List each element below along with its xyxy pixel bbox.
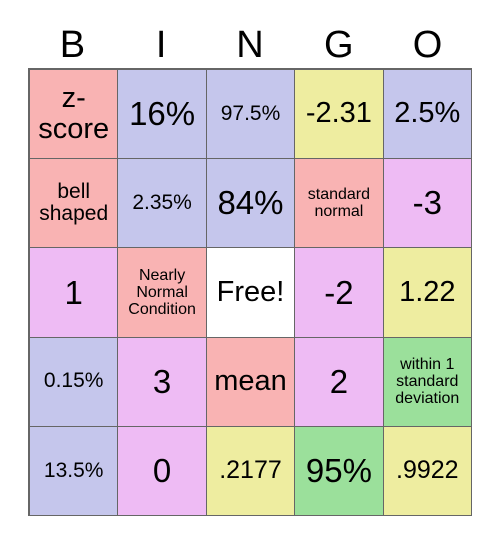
bingo-cell[interactable]: 1 [30,248,118,337]
bingo-cell[interactable]: standard normal [295,159,383,248]
bingo-header-letter-o: O [412,24,443,66]
bingo-cell-label: 16% [129,95,196,133]
bingo-cell-label: bell shaped [39,179,109,226]
bingo-header-row: B I N G O [28,22,472,68]
bingo-cell-label: 1 [64,273,83,311]
bingo-cell-label: Nearly Normal Condition [128,266,196,319]
bingo-cell[interactable]: 16% [118,70,206,159]
bingo-cell[interactable]: 95% [295,426,383,515]
bingo-cell[interactable]: 3 [118,337,206,426]
bingo-cell[interactable]: 2.35% [118,159,206,248]
bingo-header-letter-g: G [324,24,354,66]
bingo-cell-label: -2 [324,273,354,311]
bingo-cell[interactable]: 13.5% [30,426,118,515]
bingo-card: B I N G O z-score 16% 97.5% -2.31 2.5% bell s… [0,0,500,544]
bingo-cell[interactable]: z-score [30,70,118,159]
bingo-cell-label: .9922 [396,456,459,485]
bingo-cell-label: 0.15% [43,369,104,393]
bingo-header-letter-i: I [155,24,167,66]
bingo-cell-label: .2177 [219,456,282,485]
bingo-cell[interactable]: -2 [295,248,383,337]
bingo-cell[interactable]: Nearly Normal Condition [118,248,206,337]
bingo-cell[interactable]: mean [206,337,295,426]
bingo-cell[interactable]: Free! [206,248,295,337]
bingo-cell-label: 0 [152,452,172,490]
bingo-cell-label: 13.5% [43,458,104,482]
bingo-cell-label: mean [214,365,287,398]
bingo-cell-label: 84% [217,184,284,222]
bingo-grid: z-score 16% 97.5% -2.31 2.5% bell shaped 2.35%… [28,68,472,516]
bingo-cell-label: -3 [412,184,442,222]
bingo-cell-label: 2.35% [132,190,192,214]
bingo-cell[interactable]: .2177 [206,426,295,515]
bingo-cell[interactable]: -2.31 [295,70,383,159]
bingo-cell-label: 2 [329,362,349,400]
bingo-header-letter-b: B [59,24,86,66]
bingo-cell-label: within 1 standard deviation [395,355,460,408]
bingo-cell-label: 97.5% [220,101,281,125]
bingo-cell-label: Free! [216,275,285,308]
bingo-cell[interactable]: 2.5% [383,70,471,159]
bingo-cell[interactable]: -3 [383,159,471,248]
bingo-cell[interactable]: 97.5% [206,70,295,159]
bingo-cell[interactable]: within 1 standard deviation [383,337,471,426]
bingo-cell[interactable]: 84% [206,159,295,248]
bingo-cell-label: -2.31 [305,97,372,130]
bingo-cell[interactable]: .9922 [383,426,471,515]
bingo-cell[interactable]: 0 [118,426,206,515]
bingo-cell-label: z-score [38,81,110,146]
bingo-cell[interactable]: 1.22 [383,248,471,337]
bingo-cell-label: 95% [305,452,372,490]
bingo-cell[interactable]: 0.15% [30,337,118,426]
bingo-cell-label: 1.22 [399,275,456,308]
bingo-cell-label: 2.5% [394,97,461,130]
bingo-header-letter-n: N [236,24,264,66]
bingo-cell[interactable]: 2 [295,337,383,426]
bingo-cell-label: 3 [152,362,172,400]
bingo-cell-label: standard normal [307,186,371,221]
bingo-cell[interactable]: bell shaped [30,159,118,248]
